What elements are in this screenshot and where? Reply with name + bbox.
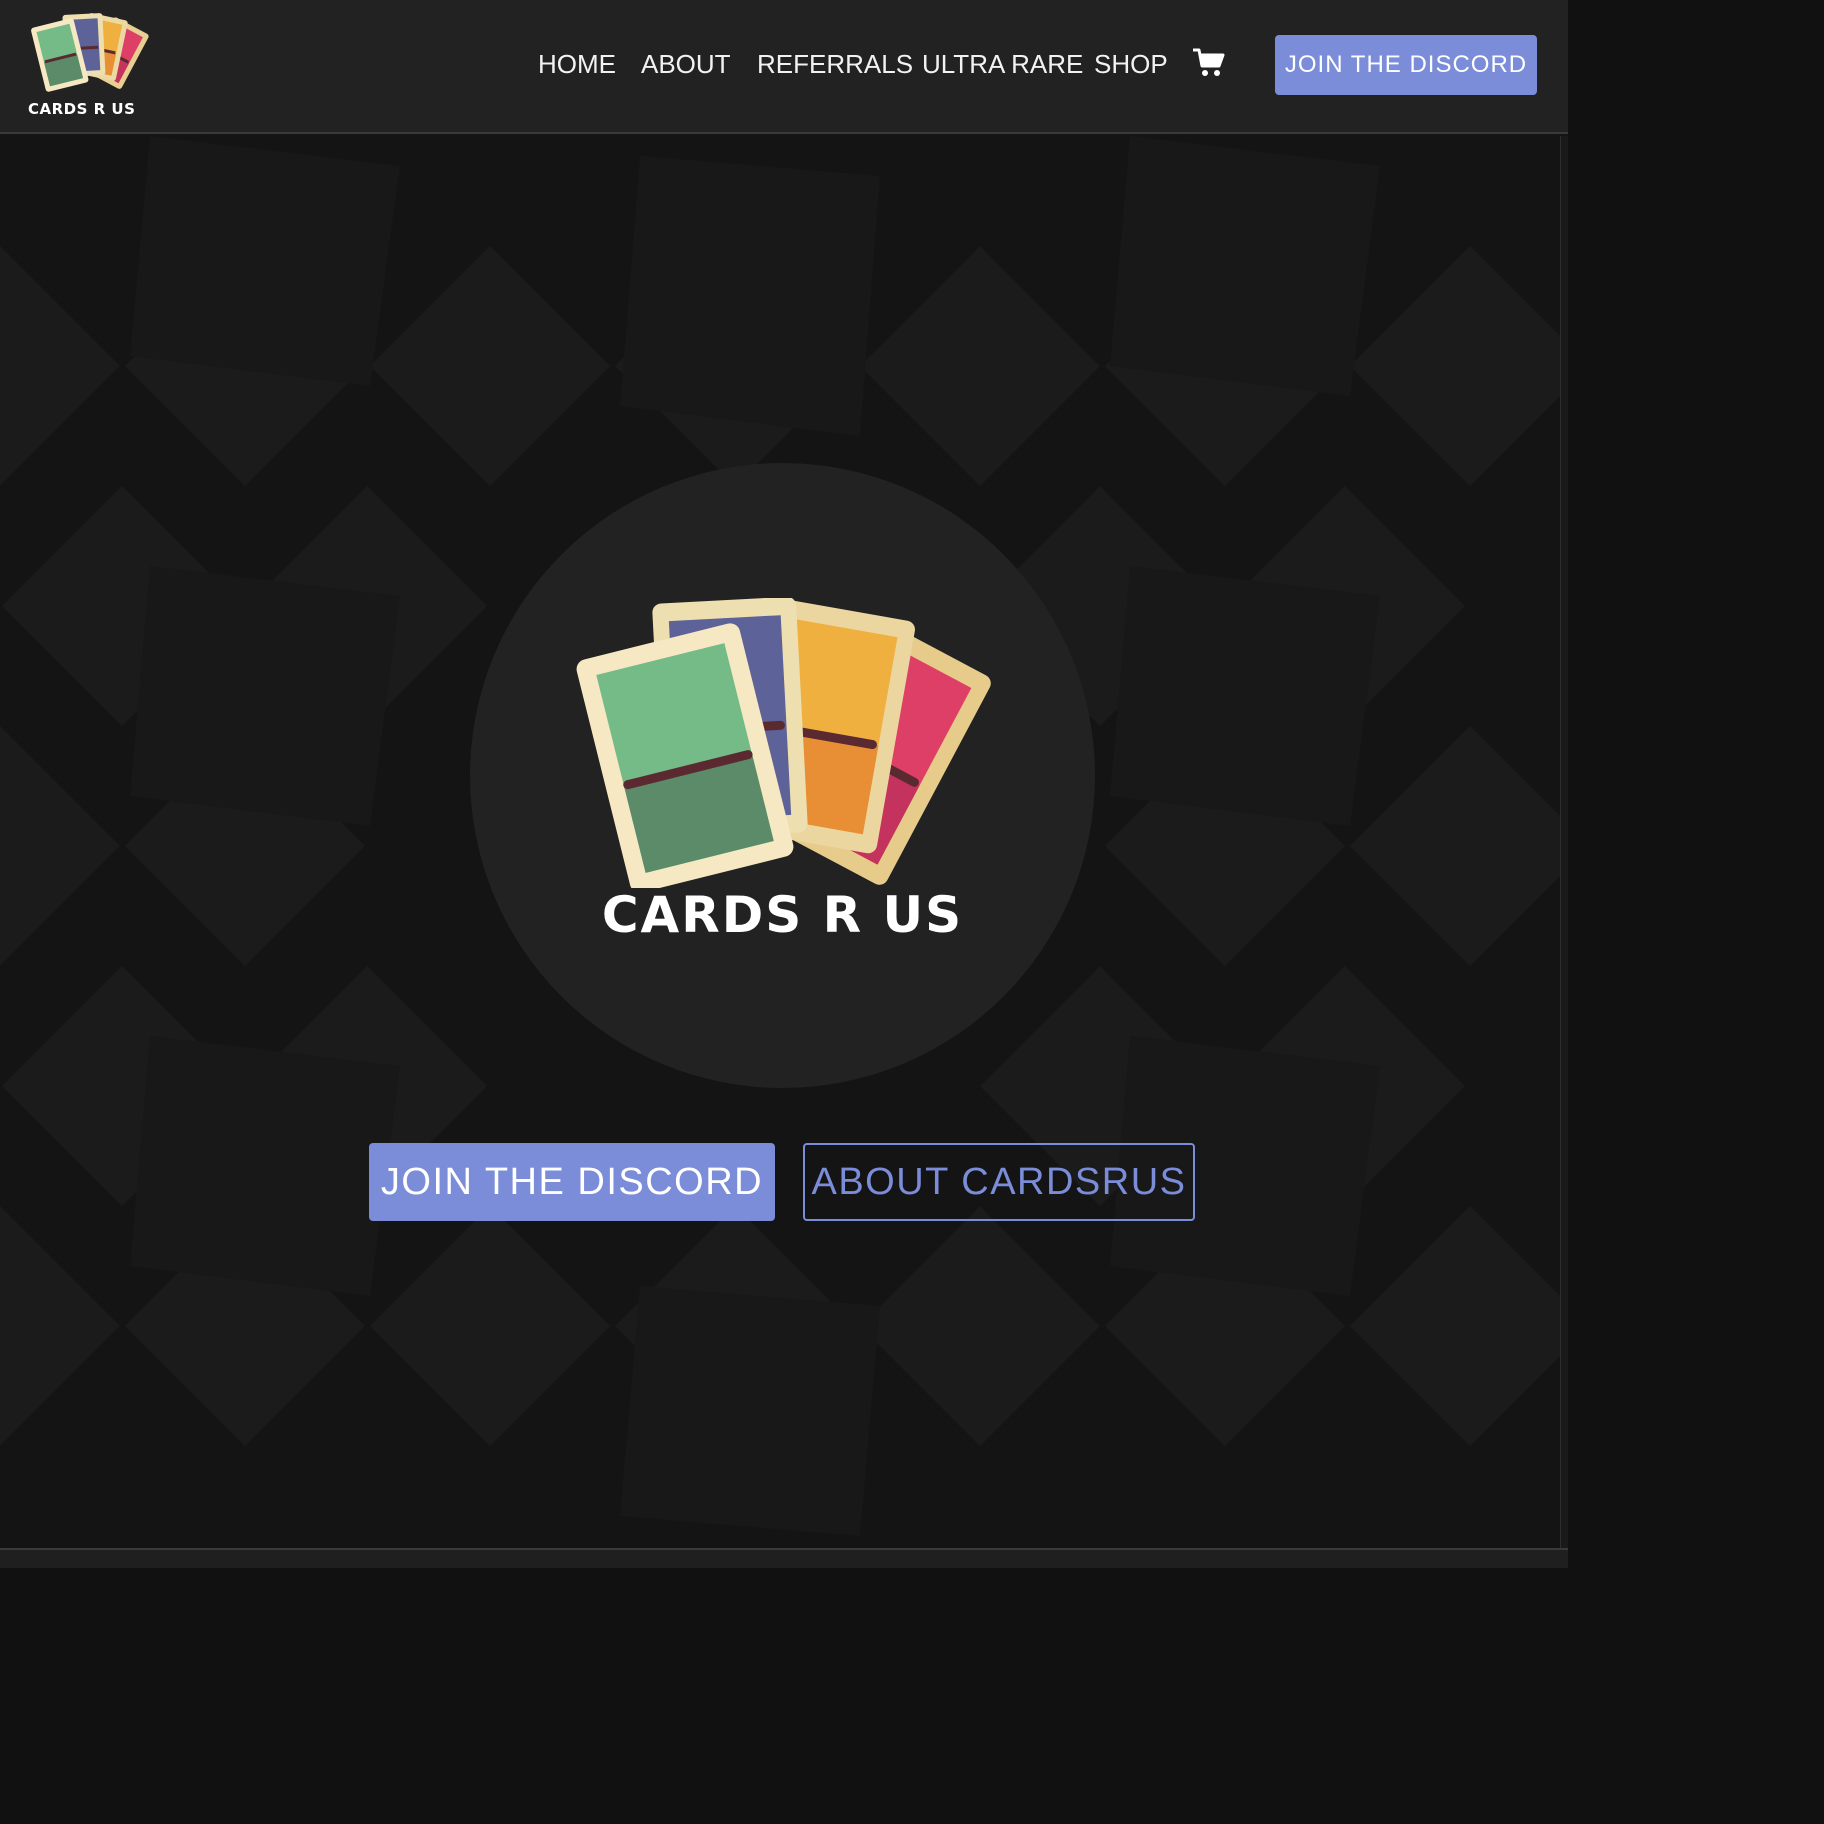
- site-header: CARDS R US HOME ABOUT REFERRALS ULTRA RA…: [0, 0, 1568, 134]
- nav-ultra-rare[interactable]: ULTRA RARE: [922, 44, 1083, 84]
- hero-about-button[interactable]: ABOUT CARDSRUS: [803, 1143, 1195, 1221]
- hero-join-discord-button[interactable]: JOIN THE DISCORD: [369, 1143, 775, 1221]
- right-scroll-edge: [1560, 136, 1568, 1548]
- nav-about[interactable]: ABOUT: [641, 44, 731, 84]
- hero-section: CARDS R US JOIN THE DISCORD ABOUT CARDSR…: [0, 136, 1568, 1548]
- shopping-cart-icon[interactable]: [1192, 46, 1226, 80]
- hero-cards-logo-icon: [576, 598, 991, 888]
- header-logo-wordmark: CARDS R US: [28, 100, 136, 118]
- bottom-edge: [0, 1548, 1568, 1568]
- nav-shop[interactable]: SHOP: [1094, 44, 1168, 84]
- nav-home[interactable]: HOME: [538, 44, 616, 84]
- header-join-discord-button[interactable]: JOIN THE DISCORD: [1275, 35, 1537, 95]
- hero-brand-wordmark: CARDS R US: [601, 886, 964, 944]
- nav-referrals[interactable]: REFERRALS: [757, 44, 913, 84]
- page: CARDS R US HOME ABOUT REFERRALS ULTRA RA…: [0, 0, 1568, 1568]
